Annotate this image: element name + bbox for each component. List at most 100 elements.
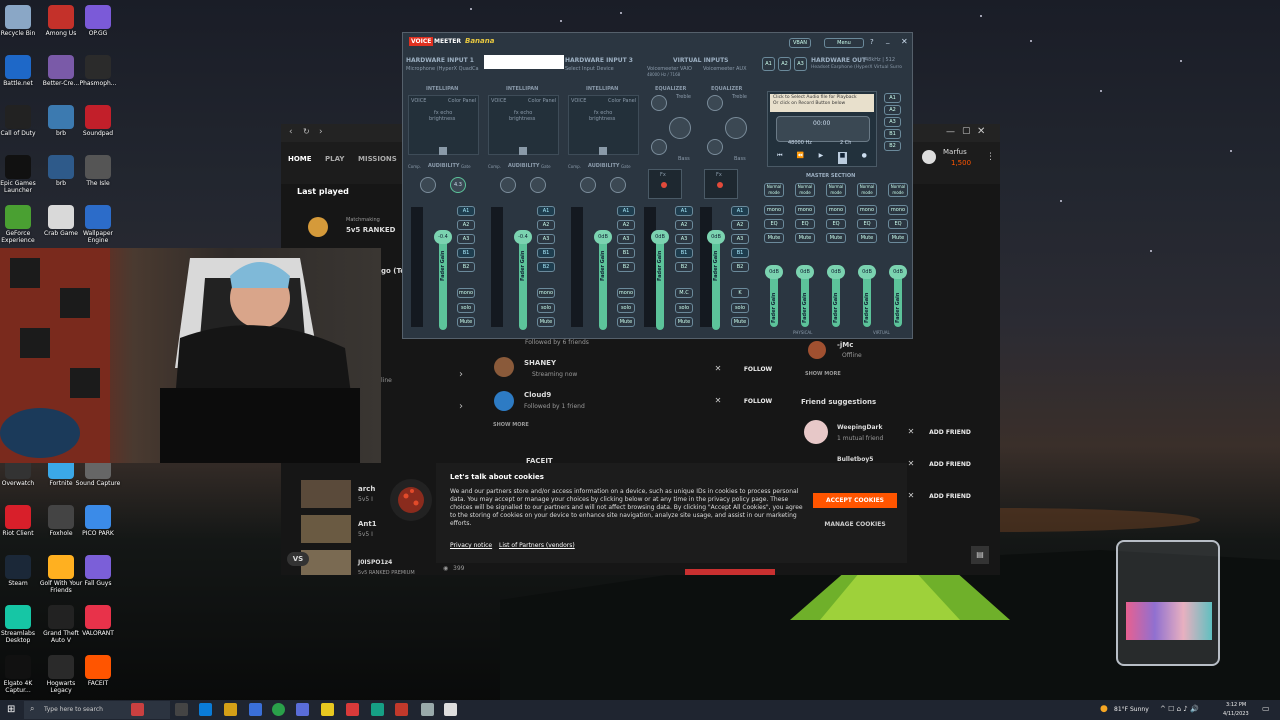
mono-button[interactable]: mono: [826, 205, 846, 215]
bus-button-a3[interactable]: A3: [731, 234, 749, 244]
out-bus-a1[interactable]: A1: [762, 57, 775, 71]
master-fader-handle[interactable]: 0dB: [765, 265, 783, 279]
bus-button-b2[interactable]: B2: [617, 262, 635, 272]
master-fader-handle[interactable]: 0dB: [889, 265, 907, 279]
fader-track[interactable]: [712, 235, 720, 330]
mute-button[interactable]: Mute: [457, 317, 475, 327]
fader-handle[interactable]: 0dB: [707, 230, 725, 244]
bus-button-a1[interactable]: A1: [537, 206, 555, 216]
notification-icon[interactable]: ▭: [1262, 704, 1270, 713]
store-icon[interactable]: [249, 703, 262, 716]
edge-icon[interactable]: [199, 703, 212, 716]
intellipan-cursor[interactable]: [439, 147, 447, 155]
normal-mode-button[interactable]: Normal mode: [764, 183, 784, 197]
bus-button-a3[interactable]: A3: [537, 234, 555, 244]
bus-button-a2[interactable]: A2: [537, 220, 555, 230]
bus-button-a3[interactable]: A3: [617, 234, 635, 244]
vban-button[interactable]: VBAN: [789, 38, 811, 48]
bus-button-a3[interactable]: A3: [675, 234, 693, 244]
help-icon[interactable]: ?: [870, 38, 874, 46]
desktop-icon[interactable]: Fall Guys: [74, 555, 122, 588]
back-icon[interactable]: ‹: [289, 127, 293, 137]
desktop-icon[interactable]: VALORANT: [74, 605, 122, 638]
fader-track[interactable]: [656, 235, 664, 330]
comp-knob[interactable]: [500, 177, 516, 193]
mute-button[interactable]: Mute: [617, 317, 635, 327]
player-bus-a1[interactable]: A1: [884, 93, 901, 103]
desktop-icon[interactable]: Elgato 4K Captur...: [0, 655, 42, 695]
desktop-icon[interactable]: Soundpad: [74, 105, 122, 138]
bus-button-b2[interactable]: B2: [457, 262, 475, 272]
player-hint[interactable]: Click to Select Audio file for Playback O…: [770, 94, 874, 112]
desktop-icon[interactable]: Steam: [0, 555, 42, 588]
master-fader-handle[interactable]: 0dB: [858, 265, 876, 279]
hw-input1-title[interactable]: HARDWARE INPUT 1: [406, 57, 474, 64]
menu-button[interactable]: Menu: [824, 38, 864, 48]
partners-link[interactable]: List of Partners (vendors): [499, 542, 575, 549]
follow-name[interactable]: Cloud9: [524, 391, 551, 399]
solo-button[interactable]: solo: [617, 303, 635, 313]
bus-button-b2[interactable]: B2: [675, 262, 693, 272]
bus-button-b1[interactable]: B1: [537, 248, 555, 258]
hw-out-device[interactable]: Headset Earphone (HyperX Virtual Surro: [811, 65, 902, 70]
bus-button-a1[interactable]: A1: [457, 206, 475, 216]
mute-button[interactable]: Mute: [826, 233, 846, 243]
match-title[interactable]: 5v5 RANKED: [346, 226, 395, 234]
desktop-icon[interactable]: Recycle Bin: [0, 5, 42, 38]
normal-mode-button[interactable]: Normal mode: [795, 183, 815, 197]
comp-knob[interactable]: [580, 177, 596, 193]
fader-handle[interactable]: 0dB: [594, 230, 612, 244]
bus-button-a2[interactable]: A2: [675, 220, 693, 230]
out-bus-a3[interactable]: A3: [794, 57, 807, 71]
eq-knob[interactable]: [707, 139, 723, 155]
suggestion-name[interactable]: Bulletboy5: [837, 456, 873, 463]
close-icon[interactable]: ✕: [712, 363, 724, 375]
hw-input3-title[interactable]: HARDWARE INPUT 3: [565, 57, 633, 64]
solo-button[interactable]: solo: [675, 303, 693, 313]
player-bus-b2[interactable]: B2: [884, 141, 901, 151]
forward-icon[interactable]: ›: [319, 127, 323, 137]
streamlabs-icon[interactable]: [371, 703, 384, 716]
gate-knob[interactable]: [610, 177, 626, 193]
match-thumbnail[interactable]: [301, 515, 351, 543]
desktop-icon[interactable]: Call of Duty: [0, 105, 42, 138]
master-fader-handle[interactable]: 0dB: [796, 265, 814, 279]
rewind-icon[interactable]: ⏮: [777, 152, 782, 164]
bus-button-a1[interactable]: A1: [675, 206, 693, 216]
mono-button[interactable]: mono: [888, 205, 908, 215]
add-friend-button[interactable]: ADD FRIEND: [926, 490, 974, 502]
desktop-icon[interactable]: FACEIT: [74, 655, 122, 688]
app-icon[interactable]: [421, 703, 434, 716]
bus-button-a2[interactable]: A2: [617, 220, 635, 230]
bus-button-a1[interactable]: A1: [617, 206, 635, 216]
record-icon[interactable]: ●: [862, 152, 867, 164]
clock-date[interactable]: 4/11/2023: [1223, 711, 1249, 717]
tray-icons[interactable]: ^ ☐ ⌂ ♪ 🔊: [1160, 705, 1199, 713]
fader-track[interactable]: [439, 235, 447, 330]
nav-missions[interactable]: MISSIONS: [358, 155, 397, 163]
nav-home[interactable]: HOME: [288, 155, 312, 163]
play-icon[interactable]: ▶: [819, 152, 824, 164]
valorant-icon[interactable]: [346, 703, 359, 716]
bus-button-b1[interactable]: B1: [457, 248, 475, 258]
norton-icon[interactable]: [321, 703, 334, 716]
mute-button[interactable]: Mute: [675, 317, 693, 327]
follow-button[interactable]: FOLLOW: [735, 363, 781, 375]
bus-button-b1[interactable]: B1: [731, 248, 749, 258]
desktop-icon[interactable]: The Isle: [74, 155, 122, 188]
desktop-icon[interactable]: Epic Games Launcher: [0, 155, 42, 195]
chrome-icon[interactable]: [272, 703, 285, 716]
show-more-link[interactable]: SHOW MORE: [493, 422, 529, 428]
mono-button[interactable]: mono: [457, 288, 475, 298]
file-explorer-icon[interactable]: [224, 703, 237, 716]
desktop-icon[interactable]: OP.GG: [74, 5, 122, 38]
chevron-right-icon[interactable]: ›: [459, 369, 463, 380]
match-thumbnail[interactable]: [301, 550, 351, 575]
match-name[interactable]: J0ISPO1z4: [358, 559, 392, 566]
intellipan-pad[interactable]: [568, 95, 639, 155]
desktop-icon[interactable]: GeForce Experience: [0, 205, 42, 245]
stream-app-icon[interactable]: [131, 703, 144, 716]
bus-button-a1[interactable]: A1: [731, 206, 749, 216]
accept-cookies-button[interactable]: ACCEPT COOKIES: [813, 493, 897, 508]
normal-mode-button[interactable]: Normal mode: [826, 183, 846, 197]
